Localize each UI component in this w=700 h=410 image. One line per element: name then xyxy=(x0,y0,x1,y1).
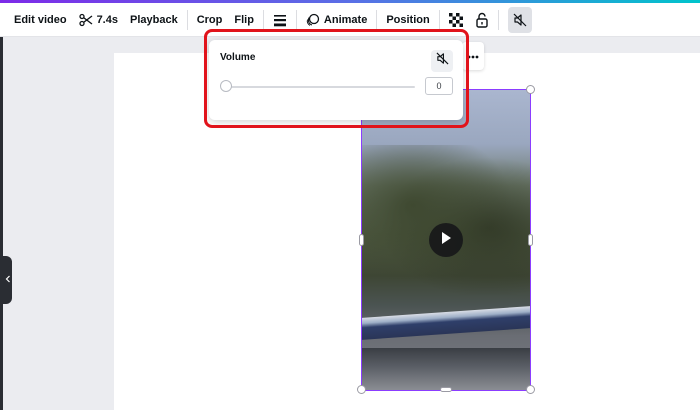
resize-handle-bottom[interactable] xyxy=(440,387,452,392)
border-style-icon xyxy=(273,13,287,27)
toolbar-divider xyxy=(262,9,264,30)
flip-button[interactable]: Flip xyxy=(228,7,260,33)
video-frame-trees xyxy=(362,145,530,295)
playback-label: Playback xyxy=(129,13,178,26)
toolbar-divider xyxy=(438,9,440,30)
animate-button[interactable]: Animate xyxy=(300,7,373,33)
video-element[interactable] xyxy=(362,90,530,390)
video-frame-rail xyxy=(362,306,530,340)
transparency-button[interactable] xyxy=(443,7,469,33)
crop-label: Crop xyxy=(196,13,223,26)
play-icon xyxy=(440,231,452,250)
trim-duration: 7.4s xyxy=(96,13,118,26)
volume-value-input[interactable]: 0 xyxy=(425,77,453,95)
volume-button[interactable] xyxy=(507,6,532,33)
resize-handle-left[interactable] xyxy=(359,234,364,246)
volume-mute-button[interactable] xyxy=(431,50,453,72)
position-label: Position xyxy=(386,13,430,26)
play-button[interactable] xyxy=(429,223,463,257)
flip-label: Flip xyxy=(234,13,254,26)
toolbar-divider xyxy=(497,9,499,30)
volume-label: Volume xyxy=(220,52,256,63)
resize-handle-top-right[interactable] xyxy=(526,85,535,94)
lock-icon xyxy=(475,12,489,28)
more-dots-icon xyxy=(467,50,479,62)
playback-button[interactable]: Playback xyxy=(124,7,184,33)
transparency-icon xyxy=(448,12,463,27)
edit-video-button[interactable]: Edit video xyxy=(8,7,73,33)
collapse-panel-button[interactable] xyxy=(3,256,12,304)
volume-mute-icon xyxy=(513,13,527,27)
more-options-button[interactable] xyxy=(462,42,484,70)
trim-button[interactable]: 7.4s xyxy=(73,7,124,33)
resize-handle-right[interactable] xyxy=(528,234,533,246)
edit-video-label: Edit video xyxy=(14,13,67,26)
volume-slider-thumb[interactable] xyxy=(220,80,232,92)
crop-button[interactable]: Crop xyxy=(191,7,229,33)
resize-handle-bottom-left[interactable] xyxy=(357,385,366,394)
left-panel-edge xyxy=(0,37,3,410)
video-frame-road xyxy=(362,348,530,390)
toolbar-divider xyxy=(295,9,297,30)
editor-toolbar: Edit video 7.4s Playback Crop Flip Anima… xyxy=(0,3,700,37)
toolbar-divider xyxy=(186,9,188,30)
volume-popup: Volume 0 xyxy=(209,40,463,120)
position-button[interactable]: Position xyxy=(380,7,435,33)
lock-button[interactable] xyxy=(469,7,495,33)
animate-icon xyxy=(306,13,320,27)
border-style-button[interactable] xyxy=(267,7,293,33)
scissors-icon xyxy=(78,13,93,27)
animate-label: Animate xyxy=(323,13,368,26)
resize-handle-bottom-right[interactable] xyxy=(526,385,535,394)
volume-slider-track[interactable] xyxy=(221,86,415,88)
volume-mute-icon xyxy=(436,52,449,70)
toolbar-divider xyxy=(376,9,378,30)
chevron-left-icon xyxy=(5,275,11,285)
